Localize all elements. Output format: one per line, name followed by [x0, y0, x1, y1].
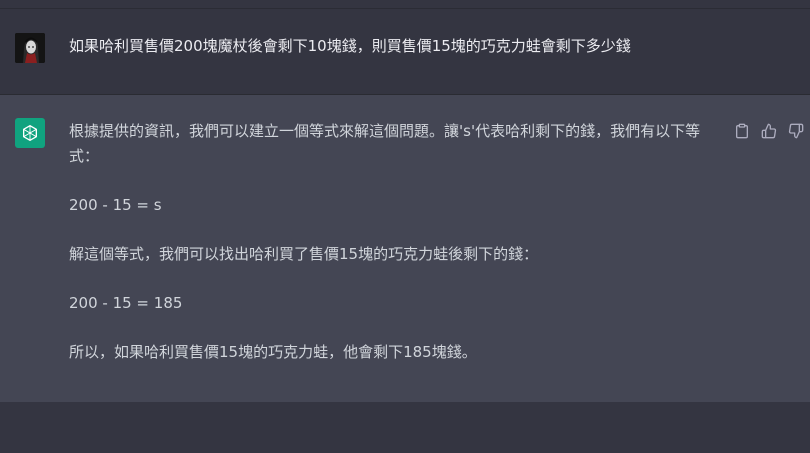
user-message-text: 如果哈利買售價200塊魔杖後會剩下10塊錢，則買售價15塊的巧克力蛙會剩下多少錢	[69, 37, 631, 55]
assistant-message-text: 根據提供的資訊，我們可以建立一個等式來解這個問題。讓's'代表哈利剩下的錢，我們…	[69, 119, 714, 389]
assistant-equation: 200 - 15 = s	[69, 196, 162, 214]
message-actions	[733, 122, 805, 140]
thumbs-up-icon[interactable]	[760, 122, 778, 140]
user-message-row: 如果哈利買售價200塊魔杖後會剩下10塊錢，則買售價15塊的巧克力蛙會剩下多少錢	[0, 9, 810, 95]
assistant-paragraph: 解這個等式，我們可以找出哈利買了售價15塊的巧克力蛙後剩下的錢：	[69, 245, 539, 263]
top-strip	[0, 0, 810, 9]
assistant-equation: 200 - 15 = 185	[69, 294, 183, 312]
clipboard-icon[interactable]	[733, 122, 751, 140]
openai-logo-icon	[15, 118, 45, 148]
assistant-paragraph: 根據提供的資訊，我們可以建立一個等式來解這個問題。讓's'代表哈利剩下的錢，我們…	[69, 122, 701, 165]
assistant-paragraph: 所以，如果哈利買售價15塊的巧克力蛙，他會剩下185塊錢。	[69, 343, 477, 361]
user-avatar	[15, 33, 45, 63]
thumbs-down-icon[interactable]	[787, 122, 805, 140]
assistant-message-row: 根據提供的資訊，我們可以建立一個等式來解這個問題。讓's'代表哈利剩下的錢，我們…	[0, 95, 810, 402]
bottom-area	[0, 402, 810, 453]
